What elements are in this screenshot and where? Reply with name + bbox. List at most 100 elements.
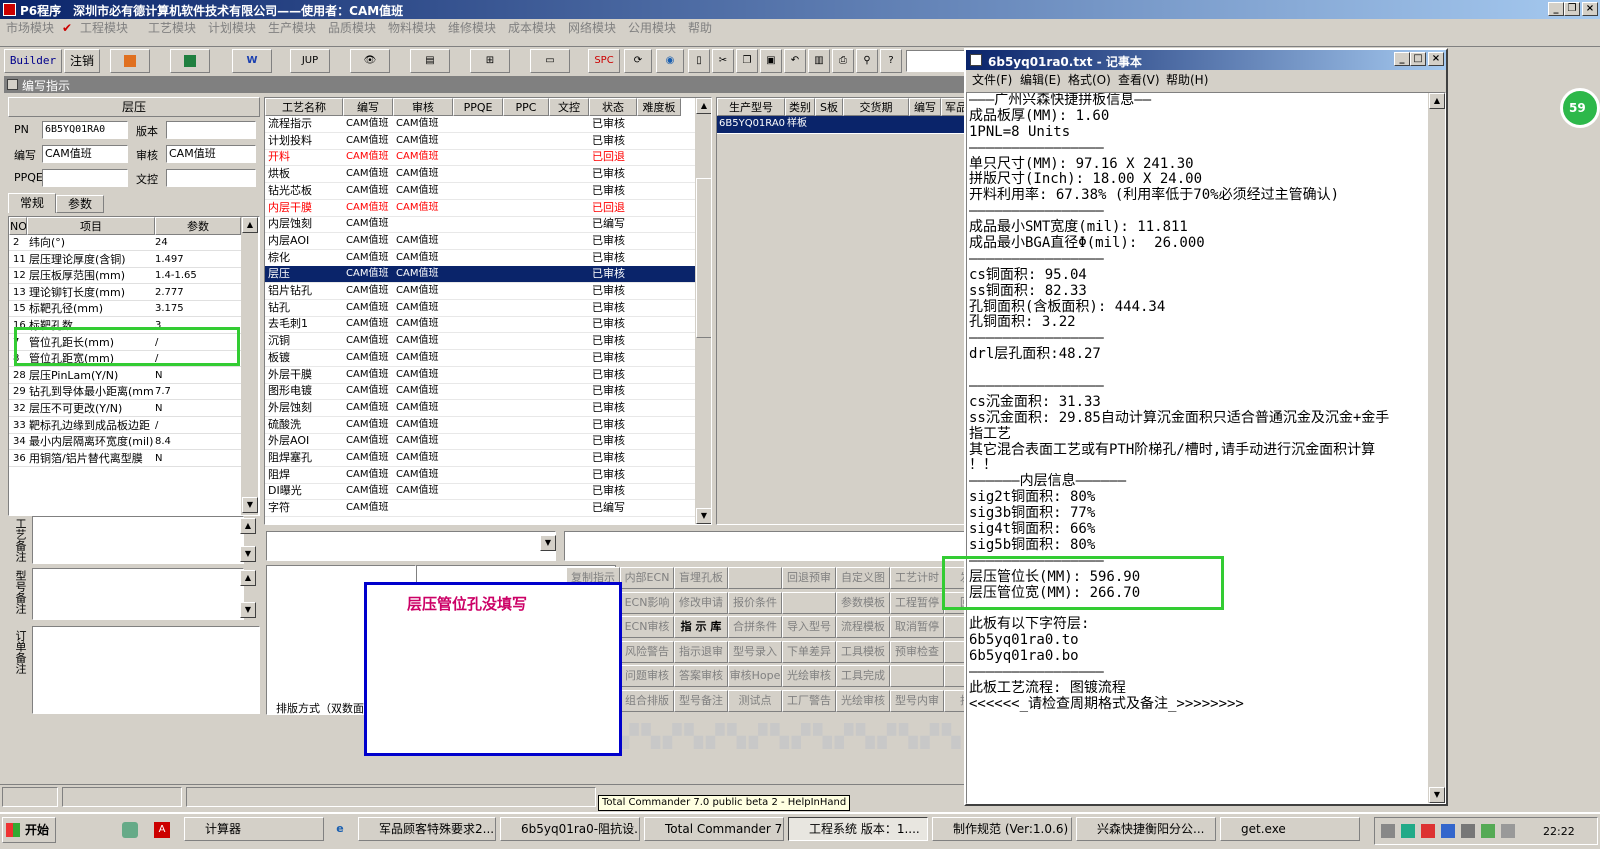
menu-help[interactable]: 帮助 bbox=[688, 19, 712, 37]
action-button[interactable]: 自定义图 bbox=[836, 567, 890, 589]
process-scroll-up-icon[interactable]: ▲ bbox=[696, 98, 711, 114]
jup-button[interactable]: JUP bbox=[290, 49, 330, 73]
tray-icon-5[interactable] bbox=[1461, 824, 1475, 838]
action-button[interactable]: 工具完成 bbox=[836, 665, 890, 688]
action-button[interactable]: 取消暂停 bbox=[890, 616, 944, 639]
scroll-down-icon[interactable]: ▼ bbox=[242, 497, 258, 513]
action-button[interactable]: 修改申请 bbox=[674, 591, 728, 614]
process-col-header[interactable]: PPQE bbox=[453, 98, 503, 116]
menu-production[interactable]: 生产模块 bbox=[268, 19, 316, 37]
process-col-header[interactable]: 审核 bbox=[393, 98, 453, 116]
action-button[interactable] bbox=[782, 591, 836, 614]
globe-icon[interactable]: ◉ bbox=[656, 49, 684, 73]
process-row[interactable]: 棕化 CAM值班 CAM值班 已审核 bbox=[265, 250, 695, 267]
notes1-scroll-up-icon[interactable]: ▲ bbox=[240, 518, 256, 534]
menu-process[interactable]: 工艺模块 bbox=[148, 19, 196, 37]
network-icon[interactable]: ⊞ bbox=[470, 49, 510, 73]
preview-icon[interactable]: ▥ bbox=[808, 49, 830, 73]
action-button[interactable]: 答案审核 bbox=[674, 665, 728, 688]
action-button[interactable]: 光绘审核 bbox=[836, 690, 890, 712]
process-row[interactable]: 内层蚀刻 CAM值班 已编写 bbox=[265, 216, 695, 234]
param-row[interactable]: 29 钻孔到导体最小距离(mm) 7.7 bbox=[9, 384, 241, 401]
taskbar-item-get[interactable]: get.exe bbox=[1220, 817, 1360, 841]
action-button[interactable]: 回退预审 bbox=[782, 567, 836, 589]
notepad-maximize-icon[interactable]: □ bbox=[1410, 52, 1426, 66]
param-row[interactable]: 12 层压板厚范围(mm) 1.4-1.65 bbox=[9, 268, 241, 285]
notepad-scroll-up-icon[interactable]: ▲ bbox=[1429, 93, 1445, 109]
action-button[interactable]: 型号备注 bbox=[674, 690, 728, 712]
process-scrollbar[interactable]: ▲ ▼ bbox=[695, 98, 711, 524]
eye-icon[interactable]: 👁 bbox=[350, 49, 390, 73]
tab-params[interactable]: 参数 bbox=[56, 195, 104, 213]
action-button[interactable]: 光绘审核 bbox=[782, 665, 836, 688]
param-scrollbar[interactable]: ▲ ▼ bbox=[241, 217, 258, 515]
action-button[interactable]: 盲埋孔板 bbox=[674, 567, 728, 589]
process-row[interactable]: 阻焊塞孔 CAM值班 CAM值班 已审核 bbox=[265, 450, 695, 467]
action-button[interactable]: ECN影响 bbox=[620, 591, 674, 614]
taskbar-item-military[interactable]: 军品顾客特殊要求2... bbox=[358, 817, 496, 841]
notepad-menu-edit[interactable]: 编辑(E) bbox=[1020, 71, 1061, 89]
action-button[interactable]: 工艺计时 bbox=[890, 567, 944, 589]
menu-cost[interactable]: 成本模块 bbox=[508, 19, 556, 37]
bottom-combo-left[interactable] bbox=[266, 531, 556, 561]
process-row[interactable]: 外层蚀刻 CAM值班 CAM值班 已审核 bbox=[265, 400, 695, 417]
taskbar-item-total-commander[interactable]: Total Commander 7.0... bbox=[644, 817, 784, 841]
action-button[interactable]: 工厂警告 bbox=[782, 690, 836, 712]
menu-engineering[interactable]: 工程模块 bbox=[80, 19, 128, 37]
notes2-scroll-up-icon[interactable]: ▲ bbox=[240, 570, 256, 586]
menu-network[interactable]: 网络模块 bbox=[568, 19, 616, 37]
process-scroll-thumb[interactable] bbox=[696, 178, 711, 338]
param-row[interactable]: 2 纬向(°) 24 bbox=[9, 235, 241, 251]
notepad-minimize-icon[interactable]: _ bbox=[1394, 52, 1410, 66]
process-row[interactable]: 钻光芯板 CAM值班 CAM值班 已审核 bbox=[265, 183, 695, 200]
action-button[interactable]: 下单差异 bbox=[782, 640, 836, 663]
notes1-scroll-down-icon[interactable]: ▼ bbox=[240, 546, 256, 562]
notepad-close-icon[interactable]: × bbox=[1428, 52, 1444, 66]
ppt-icon[interactable] bbox=[110, 49, 150, 73]
action-button[interactable] bbox=[890, 665, 944, 688]
new-file-icon[interactable]: ▯ bbox=[688, 49, 710, 73]
combo-dropdown-icon[interactable]: ▼ bbox=[540, 535, 556, 551]
save-icon[interactable]: ▣ bbox=[760, 49, 782, 73]
notepad-menu-view[interactable]: 查看(V) bbox=[1118, 71, 1160, 89]
find-icon[interactable]: ⚲ bbox=[856, 49, 878, 73]
action-button[interactable]: 预审检查 bbox=[890, 640, 944, 663]
pn-field[interactable]: 6B5YQ01RA0 bbox=[42, 121, 128, 139]
process-row[interactable]: 流程指示 CAM值班 CAM值班 已审核 bbox=[265, 116, 695, 133]
action-button[interactable]: 型号录入 bbox=[728, 640, 782, 663]
menu-plan[interactable]: 计划模块 bbox=[208, 19, 256, 37]
process-col-header[interactable]: 编写 bbox=[343, 98, 393, 116]
order-notes-field[interactable] bbox=[32, 626, 260, 714]
param-row[interactable]: 28 层压PinLam(Y/N) N bbox=[9, 368, 241, 384]
action-button[interactable]: 合拼条件 bbox=[728, 616, 782, 639]
action-button[interactable]: 测试点 bbox=[728, 690, 782, 712]
process-row[interactable]: 板镀 CAM值班 CAM值班 已审核 bbox=[265, 350, 695, 367]
wenkong-field[interactable] bbox=[166, 169, 256, 187]
tray-icon-1[interactable] bbox=[1381, 824, 1395, 838]
action-button[interactable]: 内部ECN bbox=[620, 567, 674, 589]
spc-button[interactable]: SPC bbox=[588, 49, 620, 73]
process-col-header[interactable]: 难度板 bbox=[637, 98, 681, 116]
action-button[interactable]: 参数模板 bbox=[836, 591, 890, 614]
notepad-scroll-down-icon[interactable]: ▼ bbox=[1429, 787, 1445, 803]
tray-icon-3[interactable] bbox=[1421, 824, 1435, 838]
process-col-header[interactable]: PPC bbox=[503, 98, 549, 116]
builder-button[interactable]: Builder bbox=[4, 49, 62, 73]
process-row[interactable]: 沉铜 CAM值班 CAM值班 已审核 bbox=[265, 333, 695, 351]
word-icon[interactable]: W bbox=[232, 49, 272, 73]
tray-icon-2[interactable] bbox=[1401, 824, 1415, 838]
notepad-menu-file[interactable]: 文件(F) bbox=[972, 71, 1012, 89]
minimize-icon[interactable]: _ bbox=[1548, 2, 1564, 16]
scroll-up-icon[interactable]: ▲ bbox=[242, 217, 258, 233]
action-button[interactable]: 流程模板 bbox=[836, 616, 890, 639]
pdf-icon[interactable]: A bbox=[154, 822, 170, 838]
bottom-combo-right[interactable] bbox=[564, 531, 970, 561]
notepad-menu-help[interactable]: 帮助(H) bbox=[1166, 71, 1208, 89]
process-col-header[interactable]: 文控 bbox=[549, 98, 589, 116]
param-row[interactable]: 32 层压不可更改(Y/N) N bbox=[9, 401, 241, 417]
action-button[interactable]: 审核Hope bbox=[728, 665, 782, 688]
orders-row[interactable]: 6B5YQ01RA0 样板 bbox=[717, 116, 969, 133]
taskbar-item-engineering[interactable]: 工程系统 版本：1.... bbox=[788, 817, 928, 841]
printer-blue-icon[interactable]: ▭ bbox=[530, 49, 570, 73]
notes2-scroll-down-icon[interactable]: ▼ bbox=[240, 602, 256, 618]
